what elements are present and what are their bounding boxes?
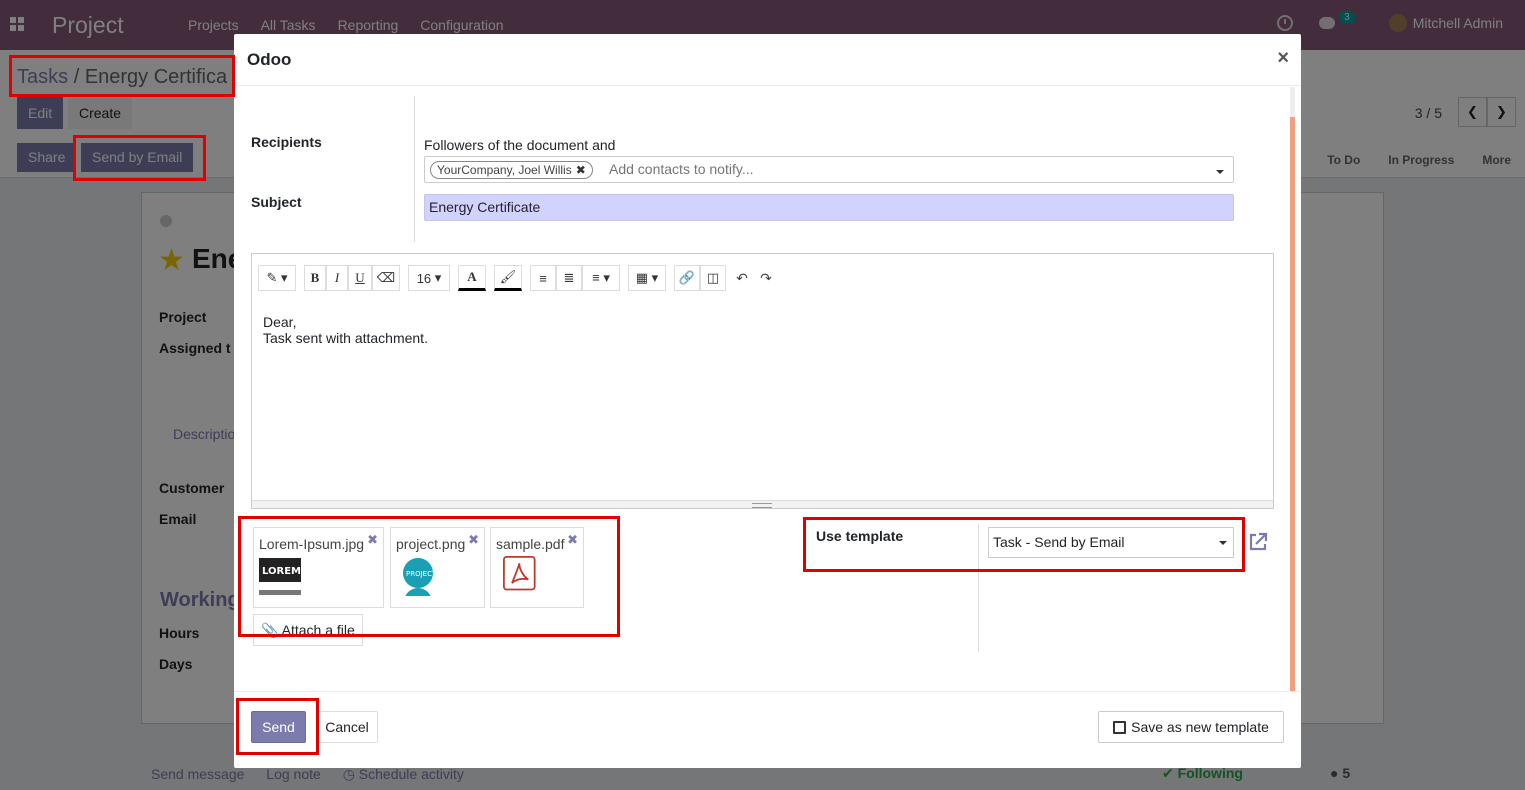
attach-file-button[interactable]: 📎 Attach a file	[253, 614, 363, 646]
recipient-tag[interactable]: YourCompany, Joel Willis ✖	[430, 161, 593, 179]
dialog-footer: Send Cancel Save as new template	[234, 691, 1301, 768]
svg-text:LOREM: LOREM	[262, 566, 301, 577]
highlight-brush-icon[interactable]: 🖌	[494, 265, 522, 291]
email-body[interactable]: Dear, Task sent with attachment.	[263, 314, 428, 346]
attachment-card[interactable]: sample.pdf ✖	[490, 527, 584, 608]
label-separator	[414, 96, 415, 242]
bold-icon[interactable]: B	[304, 265, 326, 291]
close-icon[interactable]: ×	[1277, 47, 1289, 70]
paperclip-icon: 📎	[261, 621, 279, 638]
followers-text: Followers of the document and	[424, 137, 616, 153]
image-icon[interactable]: ◫	[700, 265, 726, 291]
redo-icon[interactable]: ↷	[756, 270, 776, 287]
attachment-card[interactable]: project.png ✖ PROJECT	[390, 527, 485, 608]
remove-tag-icon[interactable]: ✖	[576, 162, 586, 178]
remove-attachment-icon[interactable]: ✖	[367, 532, 378, 548]
attachment-card[interactable]: Lorem-Ipsum.jpg ✖ LOREM	[253, 527, 384, 608]
undo-icon[interactable]: ↶	[732, 270, 752, 287]
bullet-list-icon[interactable]: ≡	[530, 265, 556, 291]
remove-attachment-icon[interactable]: ✖	[468, 532, 479, 548]
image-thumbnail-icon: LOREM	[259, 558, 301, 595]
project-thumbnail-icon: PROJECT	[403, 558, 437, 596]
compose-email-dialog: Odoo × Recipients Followers of the docum…	[234, 34, 1301, 768]
recipients-input[interactable]	[609, 161, 1209, 177]
subject-input[interactable]: Energy Certificate	[424, 194, 1234, 221]
editor-resize-handle[interactable]	[252, 500, 1273, 508]
remove-attachment-icon[interactable]: ✖	[567, 532, 578, 548]
template-separator	[978, 524, 979, 652]
style-wand-icon[interactable]: ✎ ▾	[258, 265, 296, 291]
numbered-list-icon[interactable]: ≣	[556, 265, 582, 291]
recipients-label: Recipients	[251, 134, 322, 150]
italic-icon[interactable]: I	[326, 265, 348, 291]
scrollbar-thumb[interactable]	[1290, 117, 1295, 691]
send-button[interactable]: Send	[251, 711, 306, 743]
font-size-value: 16	[416, 270, 432, 286]
html-editor: ✎ ▾ B I U ⌫ 16 ▾ A 🖌 ≡ ≣ ≡ ▾ ▦ ▾ 🔗 ◫ ↶ ↷…	[251, 253, 1274, 509]
attach-file-label: Attach a file	[281, 622, 355, 638]
subject-label: Subject	[251, 194, 302, 210]
attachment-name: Lorem-Ipsum.jpg	[259, 536, 365, 552]
template-select[interactable]: Task - Send by Email	[988, 527, 1234, 558]
save-as-template-label: Save as new template	[1131, 719, 1269, 735]
use-template-label: Use template	[816, 528, 904, 544]
dialog-title: Odoo	[247, 50, 292, 69]
save-as-template-button[interactable]: Save as new template	[1098, 711, 1284, 743]
body-line-2: Task sent with attachment.	[263, 330, 428, 346]
svg-text:PROJECT: PROJECT	[406, 570, 437, 578]
editor-toolbar: ✎ ▾ B I U ⌫ 16 ▾ A 🖌 ≡ ≣ ≡ ▾ ▦ ▾ 🔗 ◫ ↶ ↷	[258, 264, 776, 292]
dialog-scrollbar[interactable]	[1290, 87, 1295, 691]
font-size-dropdown[interactable]: 16 ▾	[408, 265, 450, 291]
chevron-down-icon[interactable]	[1216, 170, 1224, 174]
underline-icon[interactable]: U	[348, 265, 372, 291]
attachment-name: project.png	[396, 536, 466, 552]
font-color-icon[interactable]: A	[458, 265, 486, 291]
cancel-button[interactable]: Cancel	[316, 711, 378, 743]
attachment-name: sample.pdf	[496, 536, 565, 552]
body-line-1: Dear,	[263, 314, 297, 330]
eraser-icon[interactable]: ⌫	[372, 265, 400, 291]
align-icon[interactable]: ≡ ▾	[582, 265, 620, 291]
link-icon[interactable]: 🔗	[674, 265, 700, 291]
template-value: Task - Send by Email	[993, 534, 1125, 550]
chevron-down-icon[interactable]	[1219, 541, 1227, 545]
external-link-icon[interactable]	[1247, 531, 1269, 553]
pdf-icon	[503, 556, 536, 591]
dialog-header: Odoo ×	[234, 34, 1301, 86]
floppy-disk-icon	[1113, 720, 1127, 734]
table-icon[interactable]: ▦ ▾	[628, 265, 666, 291]
recipient-tag-label: YourCompany, Joel Willis	[437, 163, 572, 177]
recipients-field[interactable]: YourCompany, Joel Willis ✖	[424, 156, 1234, 183]
